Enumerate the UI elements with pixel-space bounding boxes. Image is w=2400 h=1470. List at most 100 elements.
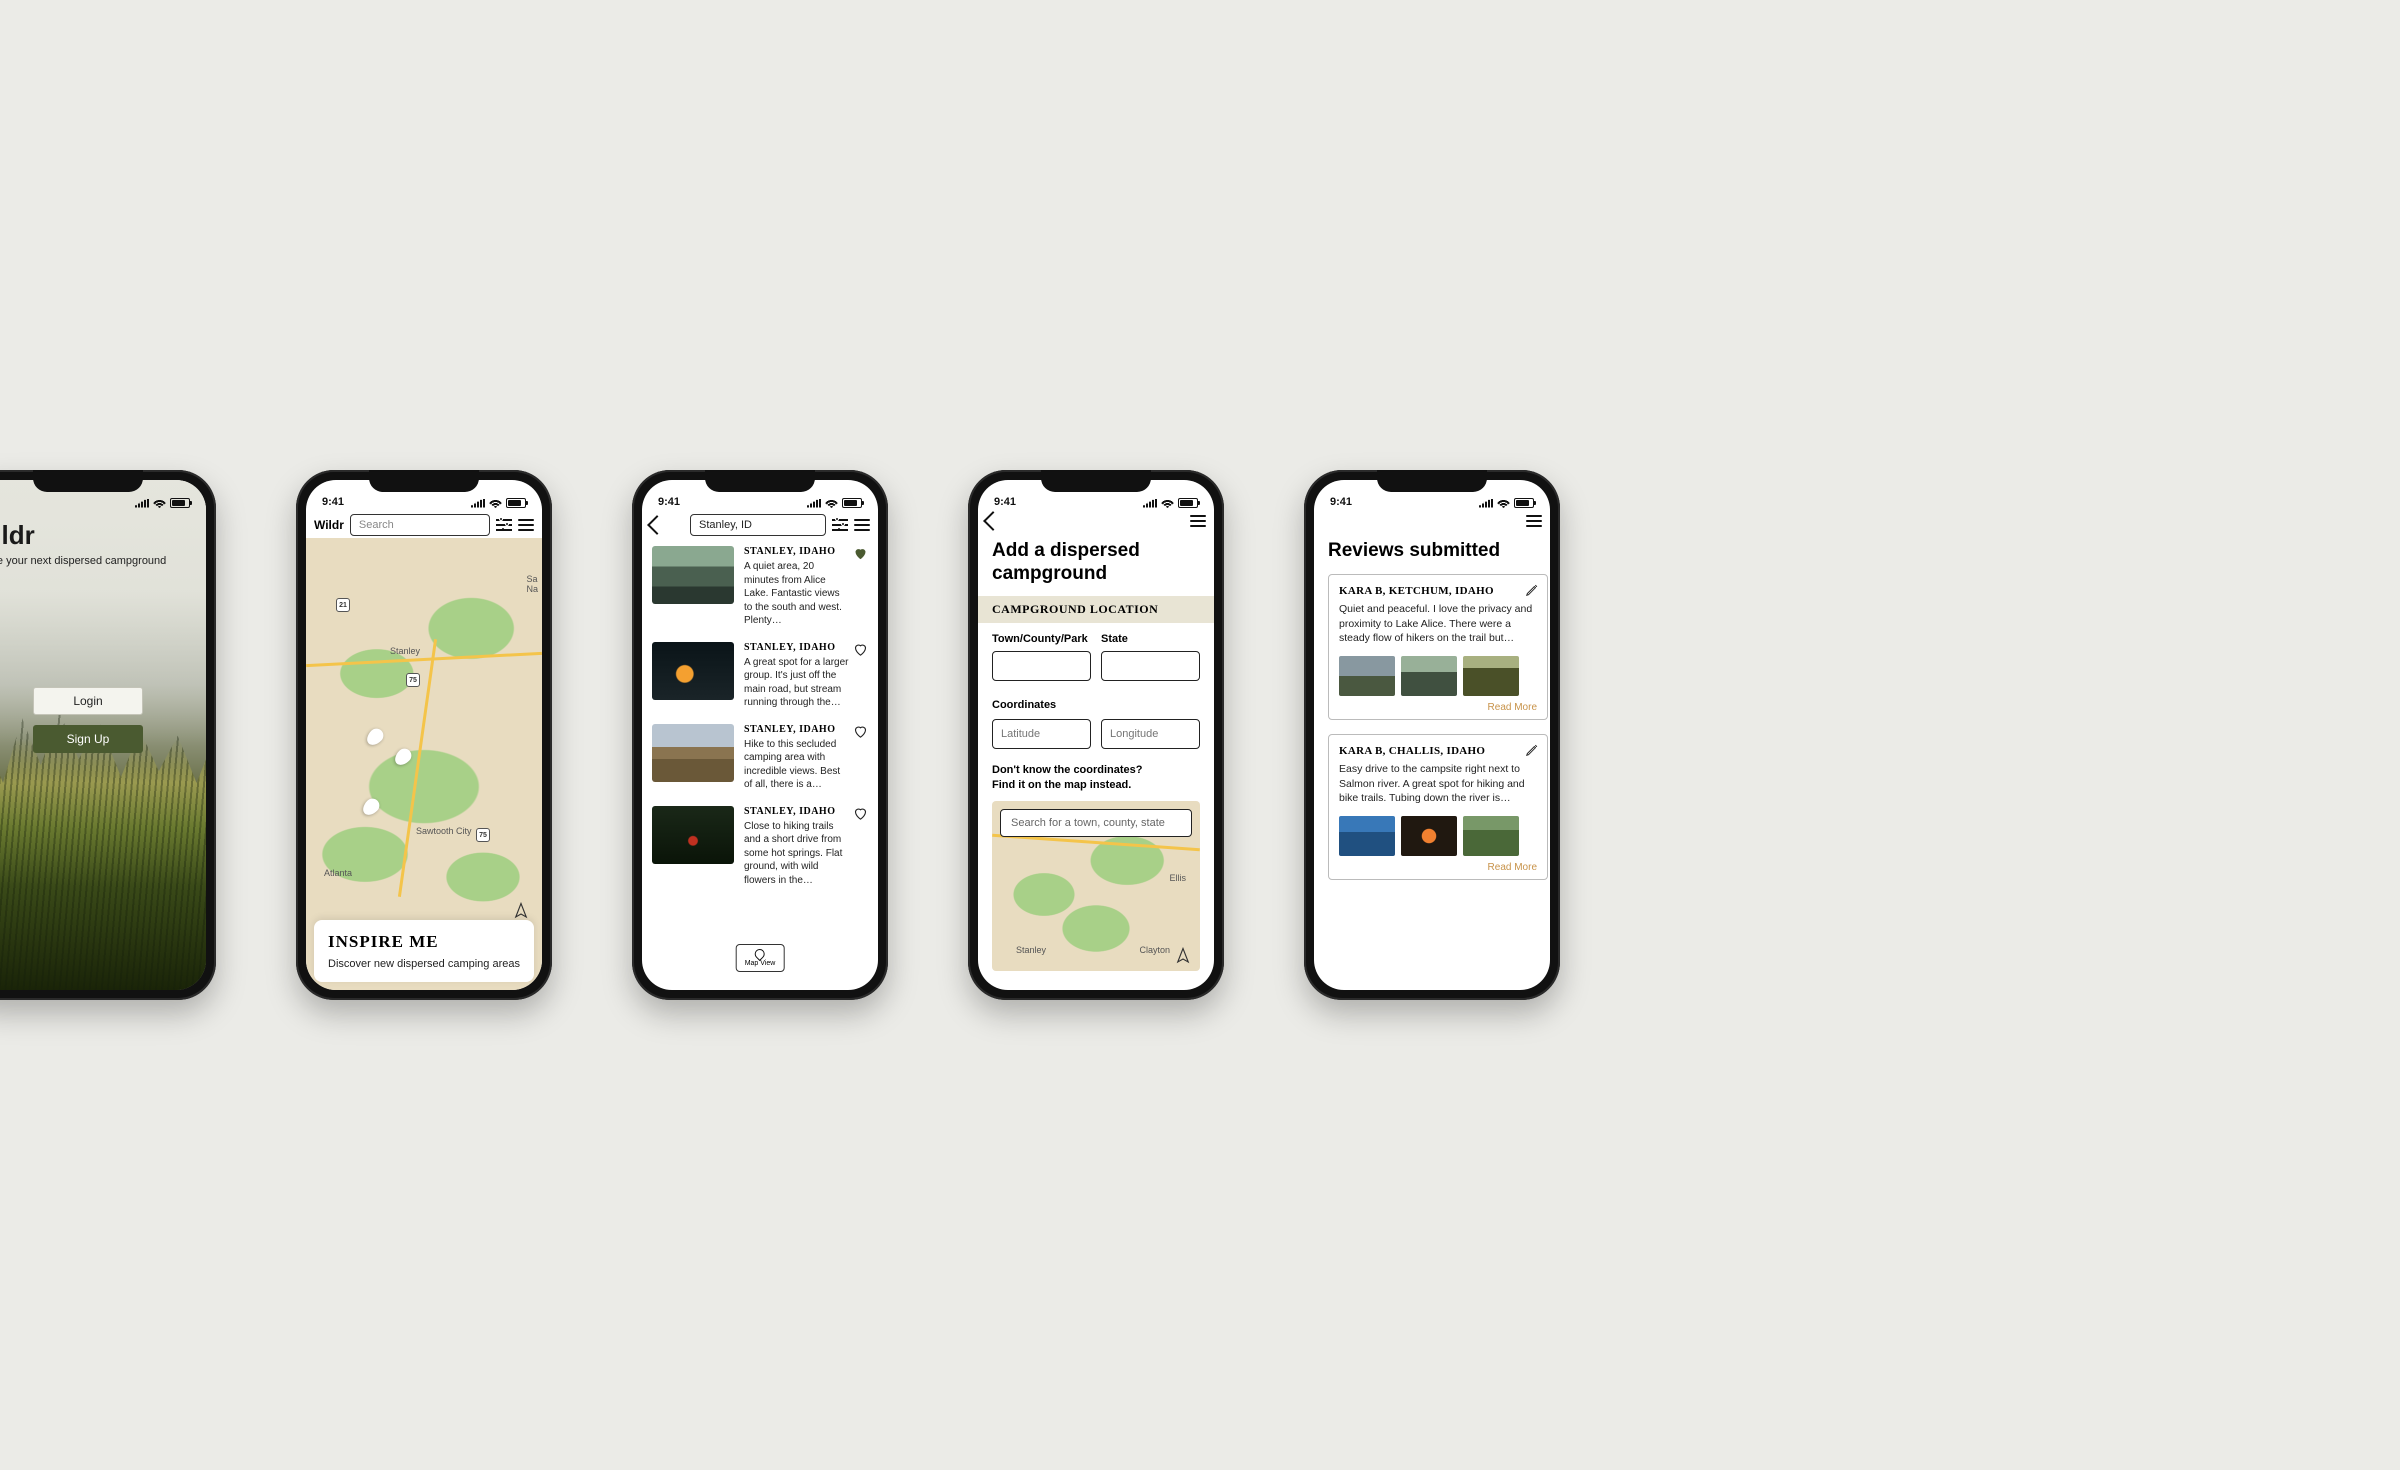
search-input[interactable]: Search — [350, 514, 490, 536]
map-search-input[interactable]: Search for a town, county, state — [1000, 809, 1192, 837]
review-photo[interactable] — [1463, 816, 1519, 856]
battery-icon — [506, 498, 526, 508]
route-shield: 75 — [476, 828, 490, 842]
phone-add: 9:41 Add a dispersed campground CAMPGROU… — [968, 470, 1224, 1000]
compass-icon[interactable] — [512, 902, 530, 920]
card-location: STANLEY, IDAHO — [744, 806, 850, 817]
review-card: KARA B, CHALLIS, IDAHO Easy drive to the… — [1328, 734, 1548, 880]
review-photo[interactable] — [1401, 816, 1457, 856]
map-town-label: Sawtooth City — [416, 826, 472, 836]
menu-icon[interactable] — [854, 519, 870, 531]
campground-card[interactable]: STANLEY, IDAHO A quiet area, 20 minutes f… — [652, 546, 868, 628]
wifi-icon — [825, 498, 838, 508]
card-description: Hike to this secluded camping area with … — [744, 738, 850, 792]
coordinates-label: Coordinates — [992, 699, 1056, 711]
edit-icon[interactable] — [1525, 583, 1539, 597]
signal-icon — [807, 499, 821, 508]
favorite-icon[interactable] — [853, 642, 868, 657]
page-title: Add a dispersed campground — [992, 540, 1200, 586]
campground-card[interactable]: STANLEY, IDAHO Hike to this secluded camp… — [652, 724, 868, 792]
wifi-icon — [153, 498, 166, 508]
read-more-link[interactable]: Read More — [1339, 702, 1537, 713]
review-photo[interactable] — [1339, 656, 1395, 696]
signal-icon — [1143, 499, 1157, 508]
review-body: Easy drive to the campsite right next to… — [1339, 762, 1537, 806]
page-title: Reviews submitted — [1328, 540, 1550, 562]
review-card: KARA B, KETCHUM, IDAHO Quiet and peacefu… — [1328, 574, 1548, 720]
card-description: A quiet area, 20 minutes from Alice Lake… — [744, 560, 850, 628]
filter-icon[interactable] — [496, 517, 512, 533]
longitude-input[interactable] — [1101, 719, 1200, 749]
map-pin[interactable] — [392, 746, 415, 769]
state-input[interactable] — [1101, 651, 1200, 681]
section-heading: CAMPGROUND LOCATION — [978, 596, 1214, 623]
status-time: 9:41 — [1330, 496, 1352, 508]
campground-card[interactable]: STANLEY, IDAHOClose to hiking trails and… — [652, 806, 868, 888]
state-label: State — [1101, 633, 1200, 645]
location-picker-map[interactable]: Stanley Clayton Ellis Search for a town,… — [992, 801, 1200, 971]
route-shield: 21 — [336, 598, 350, 612]
search-input[interactable]: Stanley, ID — [690, 514, 826, 536]
map-pin[interactable] — [360, 796, 383, 819]
read-more-link[interactable]: Read More — [1339, 862, 1537, 873]
wifi-icon — [1161, 498, 1174, 508]
review-photo[interactable] — [1401, 656, 1457, 696]
wifi-icon — [489, 498, 502, 508]
login-button[interactable]: Login — [33, 687, 143, 715]
campground-card[interactable]: STANLEY, IDAHO A great spot for a larger … — [652, 642, 868, 710]
compass-icon[interactable] — [1174, 947, 1192, 965]
review-body: Quiet and peaceful. I love the privacy a… — [1339, 602, 1537, 646]
status-time: 9:41 — [658, 496, 680, 508]
card-description: A great spot for a larger group. It's ju… — [744, 656, 850, 710]
app-title: Wildr — [0, 520, 206, 555]
battery-icon — [1178, 498, 1198, 508]
menu-icon[interactable] — [518, 519, 534, 531]
pin-icon — [753, 947, 767, 961]
town-input[interactable] — [992, 651, 1091, 681]
phone-map: 9:41 Wildr Search 21 75 75 Stanley Sawto… — [296, 470, 552, 1000]
review-heading: KARA B, CHALLIS, IDAHO — [1339, 745, 1537, 757]
phone-reviews: 9:41 Reviews submitted KARA B, KETCHUM, … — [1304, 470, 1560, 1000]
phone-landing: 9:41 Wildr Locate your next dispersed ca… — [0, 470, 216, 1000]
favorite-icon[interactable] — [853, 724, 868, 739]
signup-button[interactable]: Sign Up — [33, 725, 143, 753]
menu-icon[interactable] — [1190, 515, 1206, 527]
map-canvas[interactable]: 21 75 75 Stanley Sawtooth City Atlanta S… — [306, 538, 542, 990]
card-thumbnail — [652, 806, 734, 864]
map-pin[interactable] — [364, 726, 387, 749]
map-town-label: Stanley — [1016, 945, 1046, 955]
favorite-icon[interactable] — [853, 546, 868, 561]
status-time: 9:41 — [994, 496, 1016, 508]
latitude-input[interactable] — [992, 719, 1091, 749]
inspire-card[interactable]: INSPIRE ME Discover new dispersed campin… — [314, 920, 534, 982]
map-view-button[interactable]: Map View — [736, 944, 785, 972]
card-location: STANLEY, IDAHO — [744, 546, 850, 557]
coordinates-hint: Don't know the coordinates?Find it on th… — [992, 763, 1200, 794]
card-location: STANLEY, IDAHO — [744, 642, 850, 653]
map-town-label: Clayton — [1139, 945, 1170, 955]
route-shield: 75 — [406, 673, 420, 687]
brand-label: Wildr — [314, 518, 344, 532]
map-town-label: Ellis — [1169, 873, 1186, 883]
phone-list: 9:41 Stanley, ID STANLEY, IDAHO A quiet a… — [632, 470, 888, 1000]
battery-icon — [842, 498, 862, 508]
favorite-icon[interactable] — [853, 806, 868, 821]
map-town-label: Atlanta — [324, 868, 352, 878]
wifi-icon — [1497, 498, 1510, 508]
edit-icon[interactable] — [1525, 743, 1539, 757]
review-heading: KARA B, KETCHUM, IDAHO — [1339, 585, 1537, 597]
menu-icon[interactable] — [1526, 515, 1542, 527]
signal-icon — [471, 499, 485, 508]
app-tagline: Locate your next dispersed campground — [0, 555, 206, 567]
review-photo[interactable] — [1339, 816, 1395, 856]
back-button[interactable] — [983, 511, 1003, 531]
status-time: 9:41 — [322, 496, 344, 508]
town-label: Town/County/Park — [992, 633, 1091, 645]
battery-icon — [170, 498, 190, 508]
card-thumbnail — [652, 546, 734, 604]
filter-icon[interactable] — [832, 517, 848, 533]
card-thumbnail — [652, 642, 734, 700]
review-photo[interactable] — [1463, 656, 1519, 696]
card-location: STANLEY, IDAHO — [744, 724, 850, 735]
back-button[interactable] — [647, 515, 667, 535]
